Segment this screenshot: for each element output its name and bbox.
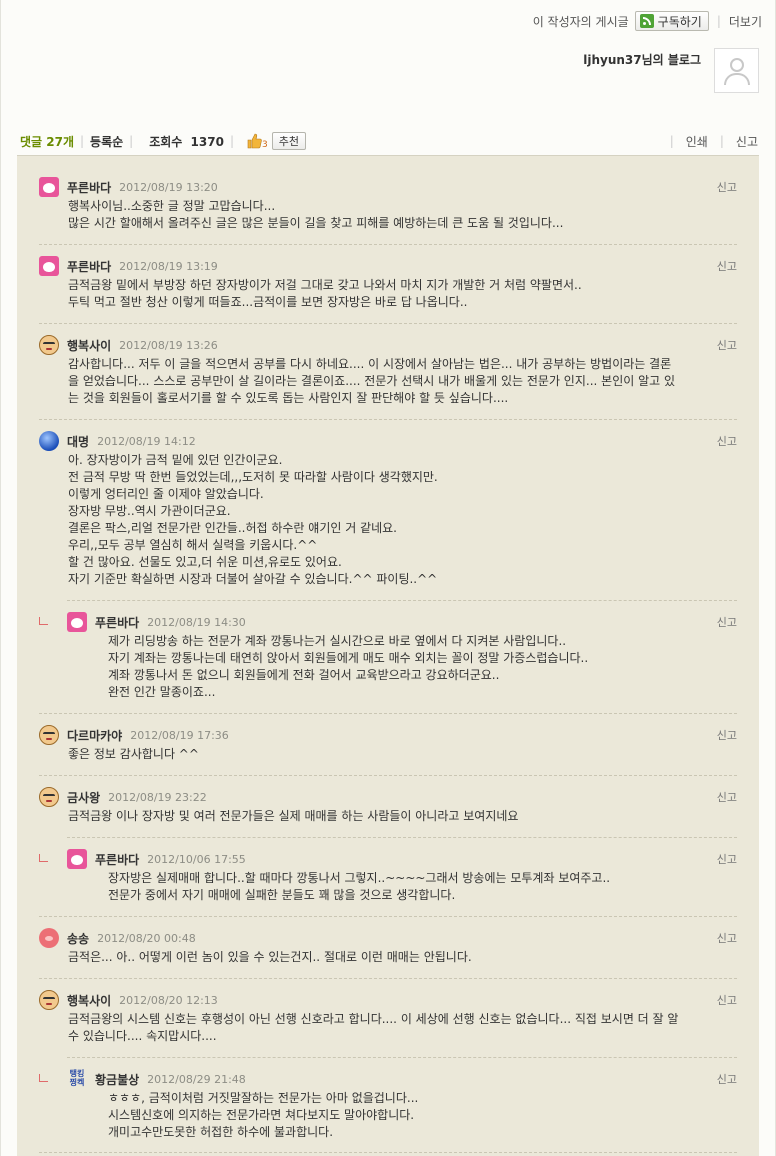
separator: | xyxy=(669,134,674,148)
comment-author[interactable]: 금사왕 xyxy=(67,789,100,806)
like-thumb-icon xyxy=(246,133,266,149)
view-count: 조회수 1370 xyxy=(149,133,224,150)
comment-report-link[interactable]: 신고 xyxy=(717,179,737,195)
blog-name-link[interactable]: ljhyun37님의 블로그 xyxy=(583,51,701,68)
comment-text: 금적은... 아.. 어떻게 이런 놈이 있을 수 있는건지.. 절대로 이런 … xyxy=(68,950,472,964)
avatar-body-icon xyxy=(724,73,750,85)
pig-icon xyxy=(39,928,59,948)
comment-text: 금적금왕 밑에서 부방장 하던 장자방이가 저걸 그대로 갖고 나와서 마치 지… xyxy=(68,278,582,309)
separator: | xyxy=(80,134,85,148)
page-actions: | 인쇄 | 신고 xyxy=(664,133,758,150)
comment-author[interactable]: 푸른바다 xyxy=(95,851,139,868)
comment-text: 제가 리딩방송 하는 전문가 계좌 깡통나는거 실시간으로 바로 옆에서 다 지… xyxy=(108,634,589,699)
pink-face-icon xyxy=(67,849,87,869)
comment-report-link[interactable]: 신고 xyxy=(717,992,737,1008)
comment-author[interactable]: 푸른바다 xyxy=(67,258,111,275)
glasses-face-icon xyxy=(39,335,59,355)
separator: | xyxy=(716,14,721,28)
report-link[interactable]: 신고 xyxy=(736,133,758,150)
glasses-face-icon xyxy=(39,787,59,807)
separator: | xyxy=(129,134,134,148)
comment-divider xyxy=(39,916,737,917)
comment-list: 푸른바다 2012/08/19 13:20 신고 행복사이님..소중한 글 정말 … xyxy=(17,155,759,1156)
pink-face-icon xyxy=(67,612,87,632)
comment-divider xyxy=(67,1057,737,1058)
comment-author[interactable]: 행복사이 xyxy=(67,337,111,354)
comment-report-link[interactable]: 신고 xyxy=(717,614,737,630)
separator: | xyxy=(229,134,234,148)
comment-date: 2012/08/29 21:48 xyxy=(147,1072,246,1086)
top-toolbar: 이 작성자의 게시글 구독하기 | 더보기 xyxy=(533,10,762,32)
comment-report-link[interactable]: 신고 xyxy=(717,727,737,743)
comment-report-link[interactable]: 신고 xyxy=(717,258,737,274)
blog-avatar[interactable] xyxy=(714,48,759,93)
comment-author[interactable]: 행복사이 xyxy=(67,992,111,1009)
comment-text: 장자방은 실제매매 합니다..할 때마다 깡통나서 그렇지..~~~~그래서 방… xyxy=(108,871,611,902)
text-badge-icon: 탱킹 찡켁 xyxy=(67,1069,87,1089)
comment-date: 2012/08/19 13:20 xyxy=(119,180,218,194)
separator: | xyxy=(719,134,724,148)
comment-divider xyxy=(39,244,737,245)
comment-date: 2012/08/20 12:13 xyxy=(119,993,218,1007)
subscribe-button[interactable]: 구독하기 xyxy=(634,11,709,31)
reply-arrow-icon xyxy=(39,854,48,862)
pink-face-icon xyxy=(39,256,59,276)
comment-divider xyxy=(39,419,737,420)
print-link[interactable]: 인쇄 xyxy=(686,133,708,150)
comment-date: 2012/08/19 13:26 xyxy=(119,338,218,352)
author-posts-link[interactable]: 이 작성자의 게시글 xyxy=(533,13,629,30)
comment-report-link[interactable]: 신고 xyxy=(717,337,737,353)
reply-arrow-icon xyxy=(39,1074,48,1082)
more-link[interactable]: 더보기 xyxy=(729,13,762,30)
comment-text: 금적금왕 이나 장자방 및 여러 전문가들은 실제 매매를 하는 사람들이 아니… xyxy=(68,809,519,823)
badge-top-text: 탱킹 xyxy=(69,1069,85,1078)
comment-divider xyxy=(67,837,737,838)
comment-date: 2012/10/06 17:55 xyxy=(147,852,246,866)
comment-divider xyxy=(39,713,737,714)
comment-divider xyxy=(67,600,737,601)
comment-text: 좋은 정보 감사합니다 ^^ xyxy=(68,747,199,761)
comment-author[interactable]: 대명 xyxy=(67,433,89,450)
recommend-button[interactable]: 추천 xyxy=(271,132,306,150)
comment-stats-bar: 댓글 27개 | 등록순 | 조회수 1370 | 3 추천 | 인쇄 | 신고 xyxy=(20,130,758,152)
comment-divider xyxy=(39,323,737,324)
comment-author[interactable]: 송송 xyxy=(67,930,89,947)
comment-text: 행복사이님..소중한 글 정말 고맙습니다... 많은 시간 할애해서 올려주신… xyxy=(68,199,564,230)
view-count-value: 1370 xyxy=(190,134,224,149)
comment-author[interactable]: 황금불상 xyxy=(95,1071,139,1088)
comment-report-link[interactable]: 신고 xyxy=(717,1071,737,1087)
avatar-head-icon xyxy=(730,58,744,72)
comment-date: 2012/08/19 17:36 xyxy=(130,728,229,742)
comment-report-link[interactable]: 신고 xyxy=(717,789,737,805)
comment-text: 아. 장자방이가 금적 밑에 있던 인간이군요. 전 금적 무방 딱 한번 들었… xyxy=(68,453,438,586)
sort-order-link[interactable]: 등록순 xyxy=(90,133,123,150)
comment-date: 2012/08/19 13:19 xyxy=(119,259,218,273)
comment-text: 감사합니다... 저두 이 글을 적으면서 공부를 다시 하네요.... 이 시… xyxy=(68,357,676,405)
comment-date: 2012/08/19 23:22 xyxy=(108,790,207,804)
comment-author[interactable]: 푸른바다 xyxy=(67,179,111,196)
badge-bottom-text: 찡켁 xyxy=(69,1078,85,1087)
comment-report-link[interactable]: 신고 xyxy=(717,433,737,449)
comment-text: 금적금왕의 시스템 신호는 후행성이 아닌 선행 신호라고 합니다.... 이 … xyxy=(68,1012,679,1043)
comment-date: 2012/08/19 14:12 xyxy=(97,434,196,448)
comment-date: 2012/08/20 00:48 xyxy=(97,931,196,945)
comment-count-tab[interactable]: 댓글 27개 xyxy=(20,133,74,150)
comment-report-link[interactable]: 신고 xyxy=(717,851,737,867)
comment-divider xyxy=(39,1152,737,1153)
glasses-face-icon xyxy=(39,725,59,745)
comment-text: ㅎㅎㅎ, 금적이처럼 거짓말잘하는 전문가는 아마 없을겁니다... 시스템신호… xyxy=(108,1091,419,1139)
glasses-face-icon xyxy=(39,990,59,1010)
blue-orb-icon xyxy=(39,431,59,451)
view-count-label: 조회수 xyxy=(149,134,183,149)
comment-date: 2012/08/19 14:30 xyxy=(147,615,246,629)
pink-face-icon xyxy=(39,177,59,197)
comment-author[interactable]: 다르마카야 xyxy=(67,727,122,744)
rss-icon xyxy=(639,14,654,28)
reply-arrow-icon xyxy=(39,617,48,625)
comment-divider xyxy=(39,775,737,776)
comment-report-link[interactable]: 신고 xyxy=(717,930,737,946)
subscribe-label: 구독하기 xyxy=(657,14,702,29)
comment-author[interactable]: 푸른바다 xyxy=(95,614,139,631)
comment-divider xyxy=(39,978,737,979)
